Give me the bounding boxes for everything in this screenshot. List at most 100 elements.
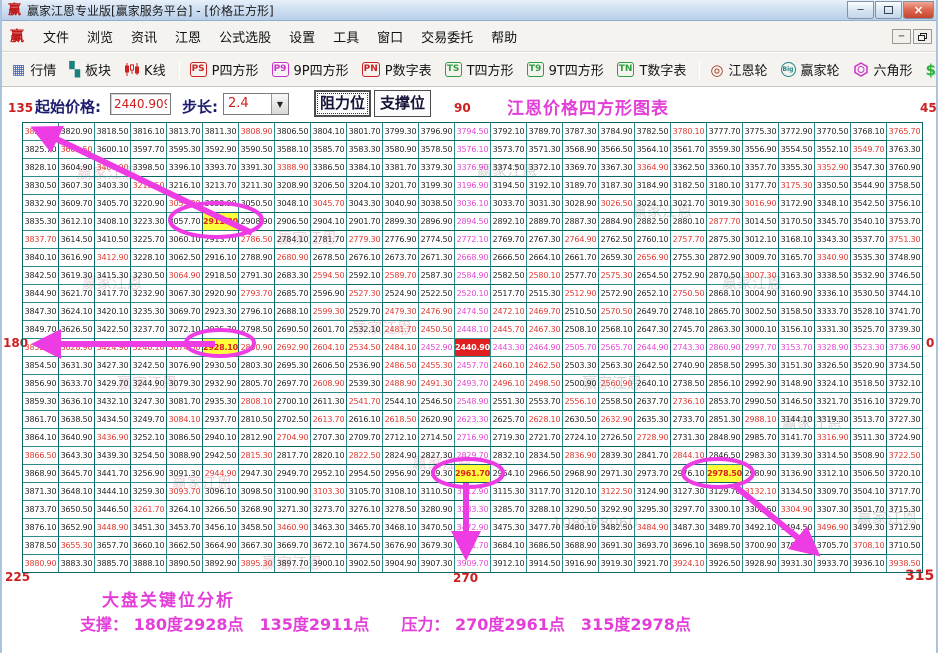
grid-cell: 3520.90 <box>851 357 887 375</box>
grid-cell: 3156.10 <box>779 321 815 339</box>
step-combobox[interactable]: 2.4 ▼ <box>223 93 289 115</box>
grid-cell: 3458.50 <box>239 519 275 537</box>
grid-cell: 3208.90 <box>275 177 311 195</box>
grid-cell: 2937.70 <box>203 411 239 429</box>
toolbar-button-service[interactable]: $赢家服务 <box>926 60 938 79</box>
grid-cell: 2520.10 <box>455 285 491 303</box>
grid-cell: 2580.10 <box>527 267 563 285</box>
menu-item-6[interactable]: 工具 <box>324 27 368 50</box>
grid-cell: 3484.90 <box>635 519 671 537</box>
mdi-restore-button[interactable] <box>913 29 932 44</box>
grid-cell: 2942.50 <box>203 447 239 465</box>
grid-cell: 3849.70 <box>23 321 59 339</box>
toolbar-label: 六角形 <box>874 60 913 79</box>
start-price-input[interactable] <box>110 93 171 115</box>
grid-cell: 3679.30 <box>419 537 455 555</box>
grid-cell: 2865.70 <box>707 303 743 321</box>
toolbar-button-9p-square[interactable]: P99P四方形 <box>272 60 349 79</box>
menu-item-1[interactable]: 浏览 <box>78 27 122 50</box>
menu-item-0[interactable]: 文件 <box>34 27 78 50</box>
grid-cell: 2944.90 <box>203 465 239 483</box>
mdi-minimize-button[interactable]: ─ <box>892 29 911 44</box>
grid-cell: 3273.70 <box>311 501 347 519</box>
tn-badge-icon: TN <box>617 62 635 77</box>
toolbar-button-kline[interactable]: K线 <box>124 60 166 79</box>
grid-cell: 3597.70 <box>131 141 167 159</box>
grid-cell: 3700.90 <box>743 537 779 555</box>
grid-cell: 3266.50 <box>203 501 239 519</box>
close-button[interactable]: × <box>903 1 934 19</box>
grid-cell: 2784.10 <box>275 231 311 249</box>
grid-cell: 2923.30 <box>203 303 239 321</box>
grid-cell: 2745.70 <box>671 321 707 339</box>
toolbar-button-quotes[interactable]: ▦行情 <box>12 60 56 79</box>
grid-cell: 3237.70 <box>131 321 167 339</box>
grid-cell: 3081.70 <box>167 393 203 411</box>
toolbar-label: 赢家轮 <box>801 60 840 79</box>
menu-item-2[interactable]: 资讯 <box>122 27 166 50</box>
grid-cell: 3583.30 <box>347 141 383 159</box>
toolbar-button-t-table[interactable]: TNT数字表 <box>617 60 687 79</box>
toolbar-button-sectors[interactable]: ▚板块 <box>69 60 111 79</box>
toolbar-button-9t-square[interactable]: T99T四方形 <box>527 60 604 79</box>
grid-cell: 2908.90 <box>239 213 275 231</box>
grid-cell: 2541.70 <box>347 393 383 411</box>
grid-cell: 3381.70 <box>383 159 419 177</box>
grid-cell: 3576.10 <box>455 141 491 159</box>
menu-item-3[interactable]: 江恩 <box>166 27 210 50</box>
menu-item-4[interactable]: 公式选股 <box>210 27 280 50</box>
toolbar-button-gann-wheel[interactable]: ◎江恩轮 <box>710 60 767 79</box>
grid-cell: 3302.50 <box>743 501 779 519</box>
grid-cell: 3091.30 <box>167 465 203 483</box>
toolbar-button-hexagon[interactable]: 六角形 <box>853 60 913 79</box>
grid-cell: 2488.90 <box>383 375 419 393</box>
grid-cell: 2800.90 <box>239 339 275 357</box>
grid-cell: 3609.70 <box>59 195 95 213</box>
grid-cell: 2916.10 <box>203 249 239 267</box>
toolbar-label: 江恩轮 <box>729 60 768 79</box>
grid-cell: 3295.30 <box>635 501 671 519</box>
menu-item-8[interactable]: 交易委托 <box>412 27 482 50</box>
toolbar-button-t-square[interactable]: TST四方形 <box>445 60 514 79</box>
grid-cell: 2956.90 <box>383 465 419 483</box>
grid-cell: 3271.30 <box>275 501 311 519</box>
menu-item-5[interactable]: 设置 <box>280 27 324 50</box>
grid-cell: 2961.70 <box>455 465 491 483</box>
support-button[interactable]: 支撑位 <box>374 90 431 117</box>
grid-cell: 2781.70 <box>311 231 347 249</box>
grid-cell: 3789.70 <box>527 123 563 141</box>
grid-cell: 2899.30 <box>383 213 419 231</box>
grid-cell: 3568.90 <box>563 141 599 159</box>
grid-cell: 2844.10 <box>671 447 707 465</box>
grid-cell: 3444.10 <box>95 483 131 501</box>
toolbar-button-p-square[interactable]: PSP四方形 <box>190 60 259 79</box>
grid-cell: 2887.30 <box>563 213 599 231</box>
menu-logo-icon: 赢 <box>10 26 24 46</box>
grid-cell: 3338.50 <box>815 267 851 285</box>
grid-cell: 3235.30 <box>131 303 167 321</box>
grid-cell: 2606.50 <box>311 357 347 375</box>
grid-cell: 2724.10 <box>563 429 599 447</box>
toolbar-button-winner-wheel[interactable]: Big赢家轮 <box>781 60 840 79</box>
chevron-down-icon[interactable]: ▼ <box>271 94 288 114</box>
grid-cell: 2820.10 <box>311 447 347 465</box>
grid-cell: 2445.70 <box>491 321 527 339</box>
maximize-button[interactable] <box>875 1 902 19</box>
grid-cell: 3326.50 <box>815 357 851 375</box>
grid-cell: 2829.70 <box>455 447 491 465</box>
grid-cell: 3820.90 <box>59 123 95 141</box>
resistance-button[interactable]: 阻力位 <box>314 90 371 117</box>
toolbar-label: T四方形 <box>467 60 514 79</box>
menu-item-9[interactable]: 帮助 <box>482 27 526 50</box>
grid-cell: 3703.30 <box>779 537 815 555</box>
grid-cell: 3530.50 <box>851 285 887 303</box>
analysis-title: 大盘关键位分析 <box>102 586 235 611</box>
grid-cell: 2690.50 <box>275 321 311 339</box>
grid-cell: 3472.90 <box>455 519 491 537</box>
toolbar-button-p-table[interactable]: PNP数字表 <box>362 60 432 79</box>
grid-cell: 3103.30 <box>311 483 347 501</box>
minimize-button[interactable]: ─ <box>847 1 874 19</box>
menu-item-7[interactable]: 窗口 <box>368 27 412 50</box>
grid-cell: 2599.30 <box>311 303 347 321</box>
grid-cell: 3432.10 <box>95 393 131 411</box>
